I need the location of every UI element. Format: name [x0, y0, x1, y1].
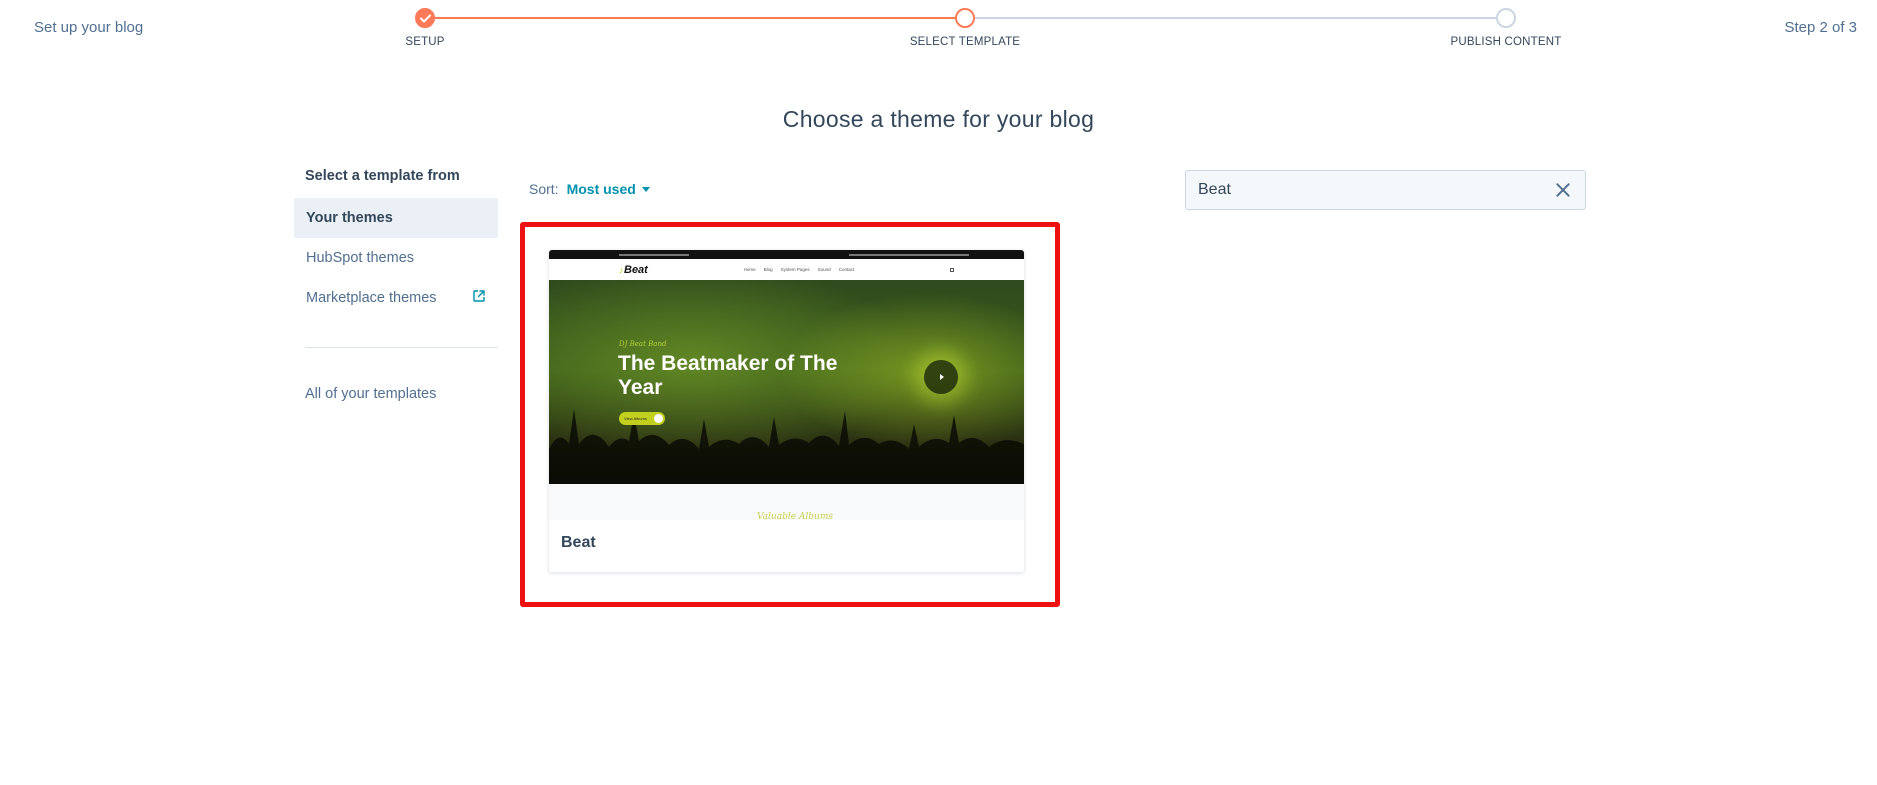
step-label: SETUP [405, 36, 445, 48]
preview-nav: Beat Home Blog System Pages Sound Contac… [549, 259, 1024, 280]
preview-below-section: Valuable Albums [549, 484, 1024, 520]
sidebar-item-your-themes[interactable]: Your themes [294, 198, 498, 238]
template-source-sidebar: Select a template from Your themes HubSp… [294, 168, 498, 414]
template-name: Beat [561, 534, 596, 551]
sidebar-heading: Select a template from [305, 168, 460, 184]
preview-topbar [549, 250, 1024, 259]
search-box [1185, 170, 1586, 210]
step-label: SELECT TEMPLATE [909, 36, 1021, 48]
preview-logo: Beat [619, 264, 648, 276]
step-label: PUBLISH CONTENT [1450, 36, 1562, 48]
preview-menu-item: System Pages [780, 267, 810, 272]
preview-menu-item: Home [743, 267, 756, 272]
sort-value: Most used [566, 181, 636, 197]
sidebar-item-label: Marketplace themes [306, 290, 437, 306]
sidebar-item-label: All of your templates [305, 386, 437, 402]
stepper-line-complete [425, 17, 965, 19]
step-setup: SETUP [345, 8, 505, 48]
sidebar-list: Your themes HubSpot themes Marketplace t… [294, 198, 498, 318]
preview-menu: Home Blog System Pages Sound Contact [744, 267, 855, 272]
sort-label: Sort: [529, 181, 559, 197]
preview-cart-icon [949, 267, 954, 272]
sidebar-item-label: Your themes [306, 210, 393, 226]
checkmark-icon [415, 8, 435, 28]
sort-dropdown[interactable]: Most used [567, 181, 650, 197]
template-preview-image: Beat Home Blog System Pages Sound Contac… [549, 250, 1024, 520]
sidebar-divider [305, 347, 498, 348]
sidebar-item-hubspot-themes[interactable]: HubSpot themes [294, 238, 498, 278]
sidebar-item-label: HubSpot themes [306, 250, 415, 266]
progress-stepper: SETUP SELECT TEMPLATE PUBLISH CONTENT [0, 0, 1877, 60]
sidebar-item-marketplace-themes[interactable]: Marketplace themes [294, 278, 498, 318]
sidebar-item-all-templates[interactable]: All of your templates [294, 374, 498, 414]
chevron-down-icon [641, 186, 650, 192]
preview-menu-item: Blog [763, 267, 773, 272]
step-pending-icon [1496, 8, 1516, 28]
preview-below-script: Valuable Albums [757, 512, 833, 520]
step-select-template: SELECT TEMPLATE [885, 8, 1045, 48]
search-input[interactable] [1198, 181, 1553, 199]
preview-menu-item: Sound [817, 267, 831, 272]
page-title: Choose a theme for your blog [782, 106, 1095, 132]
step-publish-content: PUBLISH CONTENT [1426, 8, 1586, 48]
preview-script: DJ Beat Band [619, 340, 667, 348]
sort-control: Sort: Most used [529, 181, 650, 197]
template-card-beat[interactable]: Beat Home Blog System Pages Sound Contac… [549, 250, 1024, 572]
crowd-silhouette-icon [549, 409, 1024, 484]
stepper-line-pending [965, 17, 1506, 19]
close-icon[interactable] [1553, 180, 1573, 200]
play-icon [924, 360, 958, 394]
preview-menu-item: Contact [838, 267, 855, 272]
step-current-icon [955, 8, 975, 28]
preview-hero: DJ Beat Band The Beatmaker of The Year V… [549, 280, 1024, 484]
external-link-icon [472, 289, 486, 307]
preview-headline: The Beatmaker of The Year [618, 352, 838, 399]
preview-button: View Albums [619, 412, 665, 425]
